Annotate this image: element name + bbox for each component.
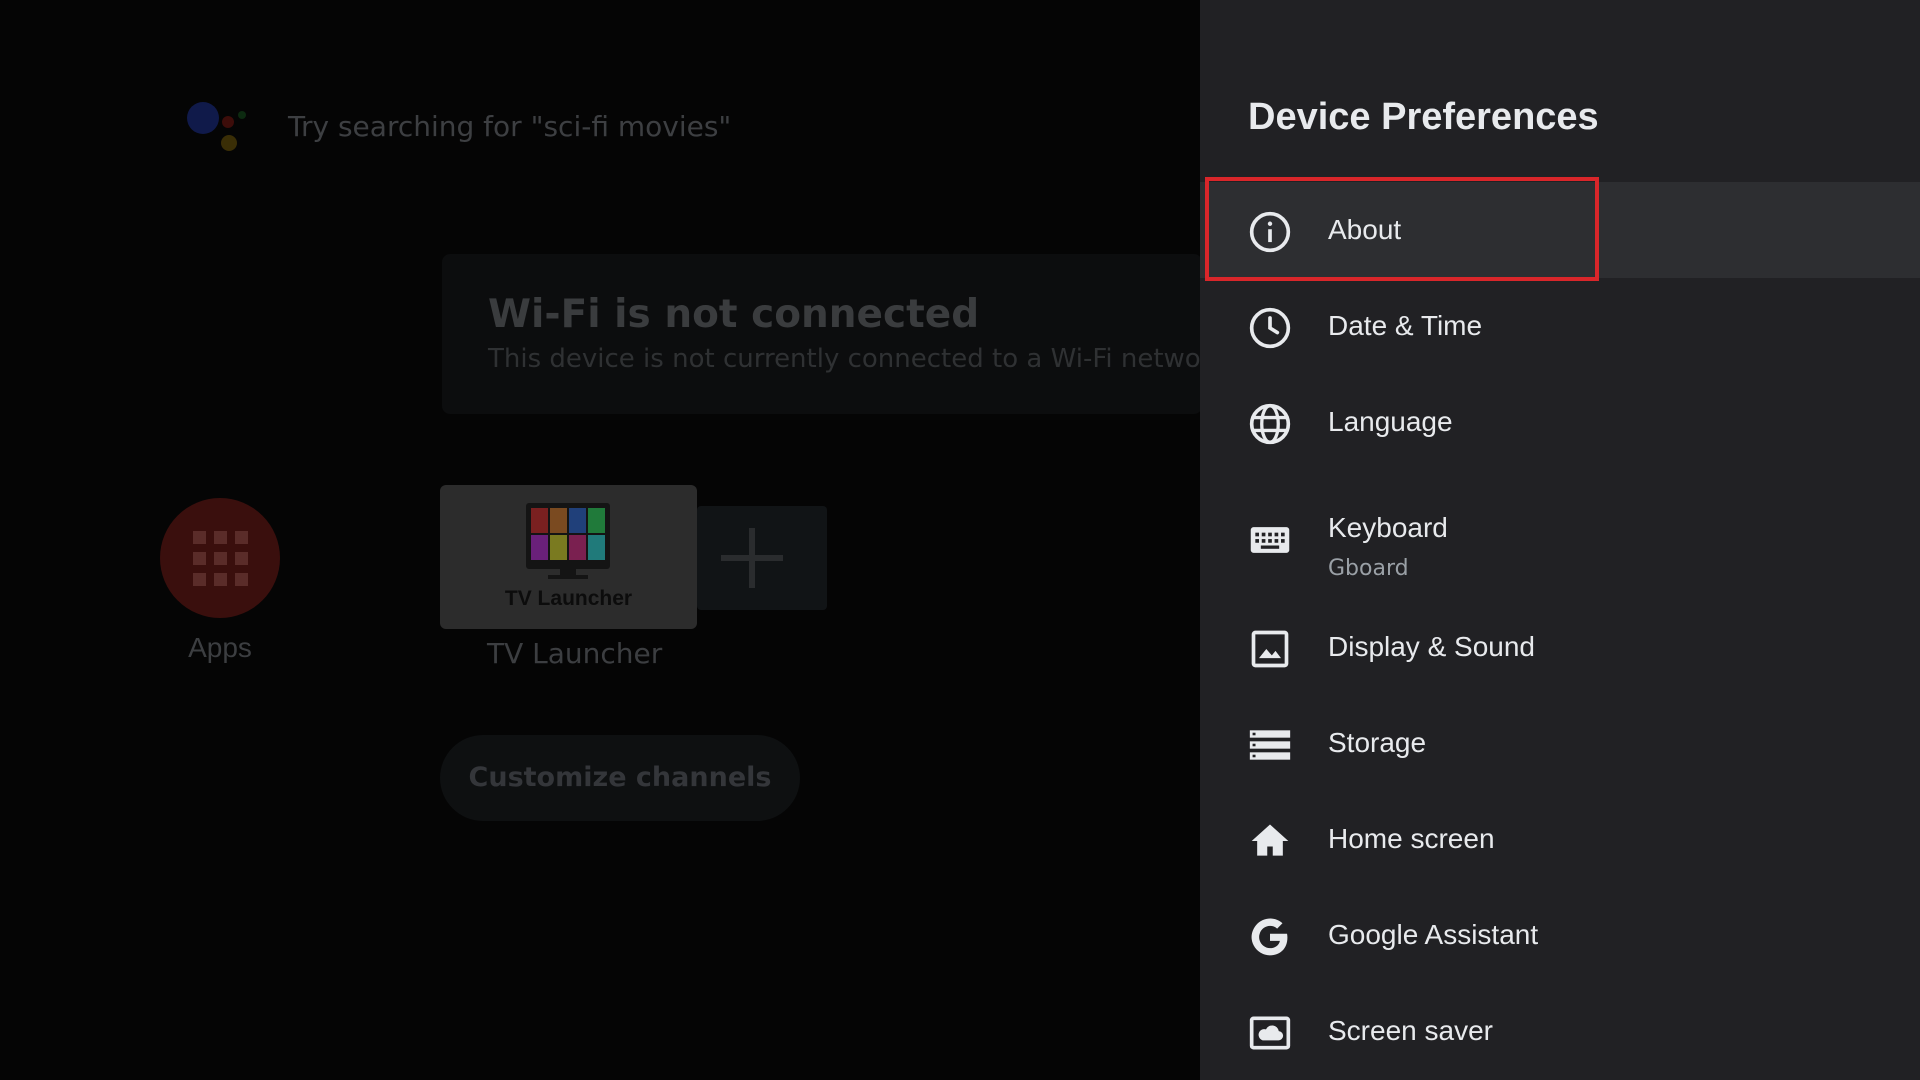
menu-item-label: Screen saver bbox=[1328, 1015, 1493, 1046]
tv-launcher-tile[interactable]: TV Launcher bbox=[440, 485, 697, 629]
wifi-message: This device is not currently connected t… bbox=[488, 344, 1202, 374]
customize-channels-button[interactable]: Customize channels bbox=[440, 735, 800, 821]
google-assistant-icon[interactable] bbox=[187, 100, 257, 160]
menu-item-label: Google Assistant bbox=[1328, 919, 1539, 950]
globe-icon bbox=[1248, 402, 1292, 446]
menu-item-label: Language bbox=[1328, 406, 1453, 437]
keyboard-icon bbox=[1248, 518, 1292, 562]
menu-item-label: Date & Time bbox=[1328, 310, 1483, 341]
clock-icon bbox=[1248, 306, 1292, 350]
storage-icon bbox=[1248, 723, 1292, 767]
device-preferences-panel: Device Preferences About Date & Time Lan… bbox=[1200, 0, 1920, 1080]
screensaver-icon bbox=[1248, 1011, 1292, 1055]
apps-label: Apps bbox=[188, 632, 252, 663]
add-channel-button[interactable] bbox=[697, 506, 827, 610]
home-icon bbox=[1248, 819, 1292, 863]
home-screen-background: Try searching for "sci-fi movies" Wi-Fi … bbox=[0, 0, 1202, 1080]
menu-item-display-sound[interactable]: Display & Sound bbox=[1200, 599, 1920, 695]
menu-item-screen-saver[interactable]: Screen saver bbox=[1200, 983, 1920, 1079]
tv-launcher-tile-text: TV Launcher bbox=[504, 587, 633, 610]
menu-item-label: Display & Sound bbox=[1328, 631, 1536, 662]
wifi-notification-card[interactable]: Wi-Fi is not connected This device is no… bbox=[442, 254, 1202, 414]
panel-title: Device Preferences bbox=[1248, 96, 1599, 138]
menu-item-label: Home screen bbox=[1328, 823, 1495, 854]
menu-item-storage[interactable]: Storage bbox=[1200, 695, 1920, 791]
assistant-dot-yellow bbox=[221, 135, 237, 151]
menu-item-label: Keyboard bbox=[1328, 512, 1448, 543]
assistant-dot-green bbox=[238, 111, 246, 119]
menu-item-date-time[interactable]: Date & Time bbox=[1200, 278, 1920, 374]
assistant-dot-blue bbox=[187, 102, 219, 134]
menu-item-google-assistant[interactable]: Google Assistant bbox=[1200, 887, 1920, 983]
menu-item-language[interactable]: Language bbox=[1200, 374, 1920, 470]
assistant-dot-red bbox=[222, 116, 234, 128]
menu-item-label: Storage bbox=[1328, 727, 1427, 758]
image-icon bbox=[1248, 627, 1292, 671]
wifi-title: Wi-Fi is not connected bbox=[488, 292, 980, 337]
tv-launcher-icon bbox=[526, 503, 610, 579]
menu-item-sublabel: Gboard bbox=[1328, 556, 1409, 581]
search-hint[interactable]: Try searching for "sci-fi movies" bbox=[288, 110, 731, 143]
tv-launcher-label: TV Launcher bbox=[487, 637, 663, 670]
google-icon bbox=[1248, 915, 1292, 959]
apps-button[interactable] bbox=[160, 498, 280, 618]
focus-highlight bbox=[1205, 177, 1599, 281]
menu-item-keyboard[interactable]: Keyboard Gboard bbox=[1200, 490, 1920, 586]
menu-item-home-screen[interactable]: Home screen bbox=[1200, 791, 1920, 887]
